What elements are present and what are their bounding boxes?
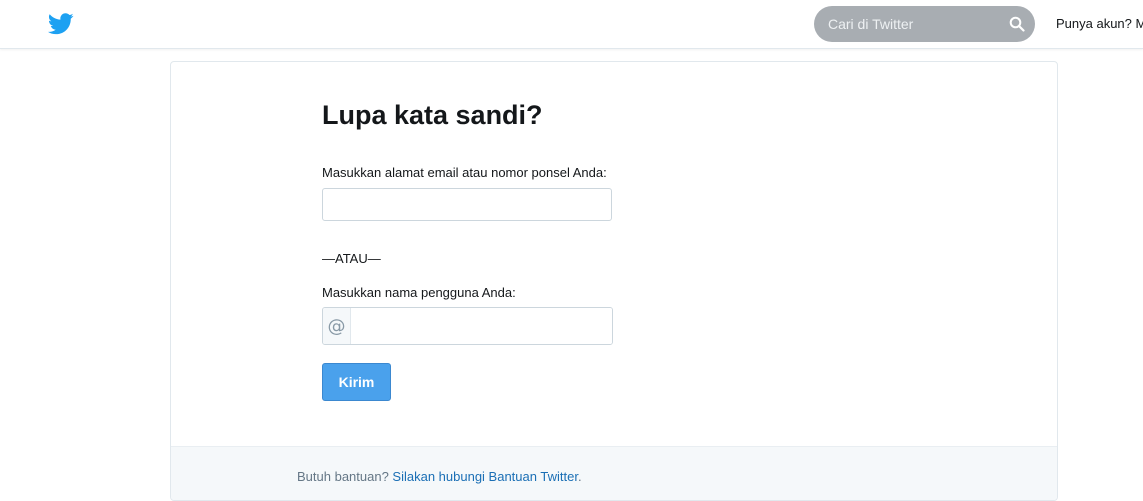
search-box: [814, 6, 1035, 42]
at-sign-icon: @: [323, 308, 351, 344]
username-field[interactable]: [351, 308, 612, 344]
twitter-bird-icon[interactable]: [48, 12, 74, 36]
help-suffix: .: [577, 469, 582, 484]
email-label: Masukkan alamat email atau nomor ponsel …: [322, 165, 607, 180]
top-navigation-bar: Punya akun? Ma: [0, 0, 1143, 49]
help-footer: Butuh bantuan? Silakan hubungi Bantuan T…: [171, 446, 1057, 500]
help-link[interactable]: Silakan hubungi Bantuan Twitter: [392, 469, 578, 484]
help-text: Butuh bantuan? Silakan hubungi Bantuan T…: [297, 469, 582, 484]
page-title: Lupa kata sandi?: [322, 100, 543, 130]
username-field-group: @: [322, 307, 613, 345]
username-label: Masukkan nama pengguna Anda:: [322, 285, 516, 300]
help-prefix: Butuh bantuan?: [297, 469, 393, 484]
separator-text: —ATAU—: [322, 251, 381, 266]
email-field[interactable]: [322, 188, 612, 221]
password-reset-card: Lupa kata sandi? Masukkan alamat email a…: [170, 61, 1058, 501]
account-login-prompt[interactable]: Punya akun? Ma: [1056, 16, 1143, 31]
submit-button[interactable]: Kirim: [322, 363, 391, 401]
search-icon[interactable]: [1009, 16, 1025, 32]
search-input[interactable]: [826, 15, 997, 33]
